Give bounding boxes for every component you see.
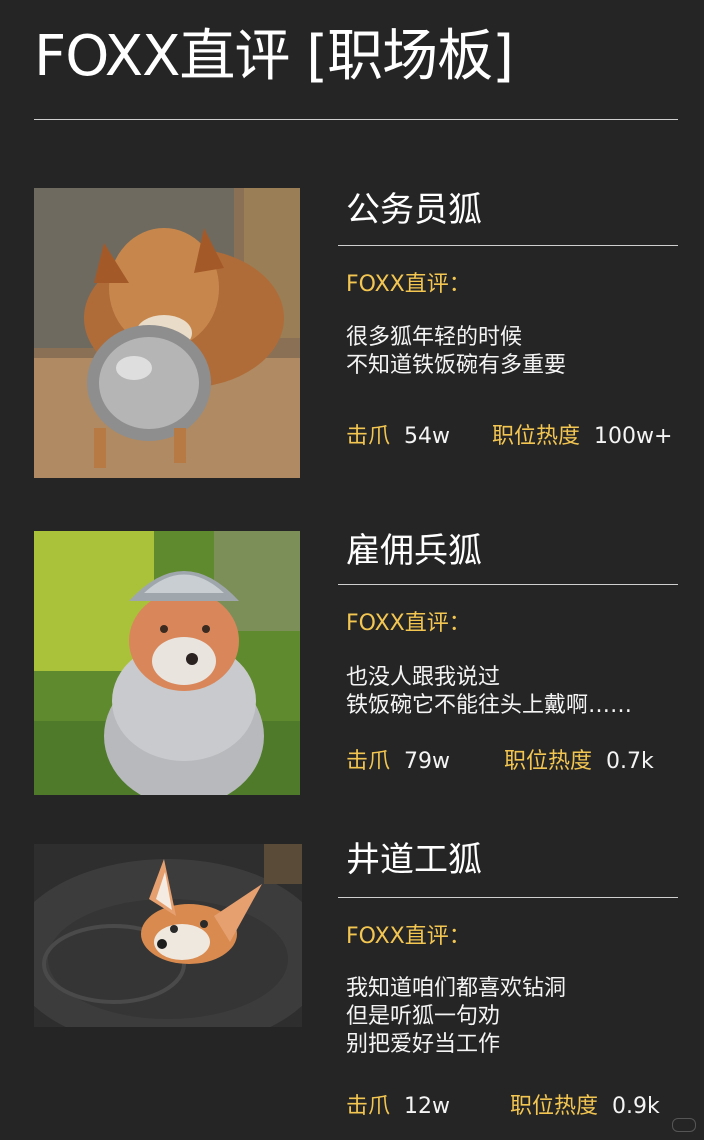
job-info: 雇佣兵狐 FOXX直评： 也没人跟我说过 铁饭碗它不能往头上戴啊…… 击爪 79… xyxy=(338,531,678,795)
claws-label: 击爪 xyxy=(346,1094,391,1119)
claws-value: 54w xyxy=(404,424,451,449)
review-line: 别把爱好当工作 xyxy=(346,1032,501,1057)
heat-value: 100w+ xyxy=(594,424,673,449)
job-stats: 击爪 79w 职位热度 0.7k xyxy=(346,743,654,775)
review-label: FOXX直评： xyxy=(346,611,471,636)
heat-value: 0.9k xyxy=(612,1094,660,1119)
review-line: 也没人跟我说过 xyxy=(346,665,501,690)
review-text: 也没人跟我说过 铁饭碗它不能往头上戴啊…… xyxy=(346,664,632,720)
review-line: 不知道铁饭碗有多重要 xyxy=(346,353,567,378)
claws-label: 击爪 xyxy=(346,424,391,449)
watermark-icon xyxy=(672,1118,696,1132)
job-stats: 击爪 12w 职位热度 0.9k xyxy=(346,1088,660,1120)
job-title: 雇佣兵狐 xyxy=(346,531,482,571)
page-title: FOXX直评 [职场板] xyxy=(34,24,514,89)
review-text: 我知道咱们都喜欢钻洞 但是听狐一句劝 别把爱好当工作 xyxy=(346,975,566,1059)
claws-value: 12w xyxy=(404,1094,451,1119)
job-info: 公务员狐 FOXX直评： 很多狐年轻的时候 不知道铁饭碗有多重要 击爪 54w … xyxy=(338,188,678,478)
heat-label: 职位热度 xyxy=(510,1094,599,1119)
review-line: 我知道咱们都喜欢钻洞 xyxy=(346,976,567,1001)
review-label: FOXX直评： xyxy=(346,272,471,297)
review-text: 很多狐年轻的时候 不知道铁饭碗有多重要 xyxy=(346,324,566,380)
job-title: 井道工狐 xyxy=(346,840,482,880)
review-line: 但是听狐一句劝 xyxy=(346,1004,501,1029)
heat-label: 职位热度 xyxy=(504,749,593,774)
claws-value: 79w xyxy=(404,749,451,774)
heat-label: 职位热度 xyxy=(492,424,581,449)
title-divider xyxy=(34,119,678,120)
job-divider xyxy=(338,897,678,898)
job-divider xyxy=(338,245,678,246)
review-line: 铁饭碗它不能往头上戴啊…… xyxy=(346,693,633,718)
heat-value: 0.7k xyxy=(606,749,654,774)
fox-wearing-bowl-photo xyxy=(34,531,300,795)
fox-in-hole-photo xyxy=(34,844,302,1027)
job-info: 井道工狐 FOXX直评： 我知道咱们都喜欢钻洞 但是听狐一句劝 别把爱好当工作 … xyxy=(338,840,678,1124)
review-line: 很多狐年轻的时候 xyxy=(346,325,523,350)
job-divider xyxy=(338,584,678,585)
claws-label: 击爪 xyxy=(346,749,391,774)
review-label: FOXX直评： xyxy=(346,924,471,949)
job-title: 公务员狐 xyxy=(346,190,482,230)
job-stats: 击爪 54w 职位热度 100w+ xyxy=(346,418,672,450)
fox-with-bowl-photo xyxy=(34,188,300,478)
